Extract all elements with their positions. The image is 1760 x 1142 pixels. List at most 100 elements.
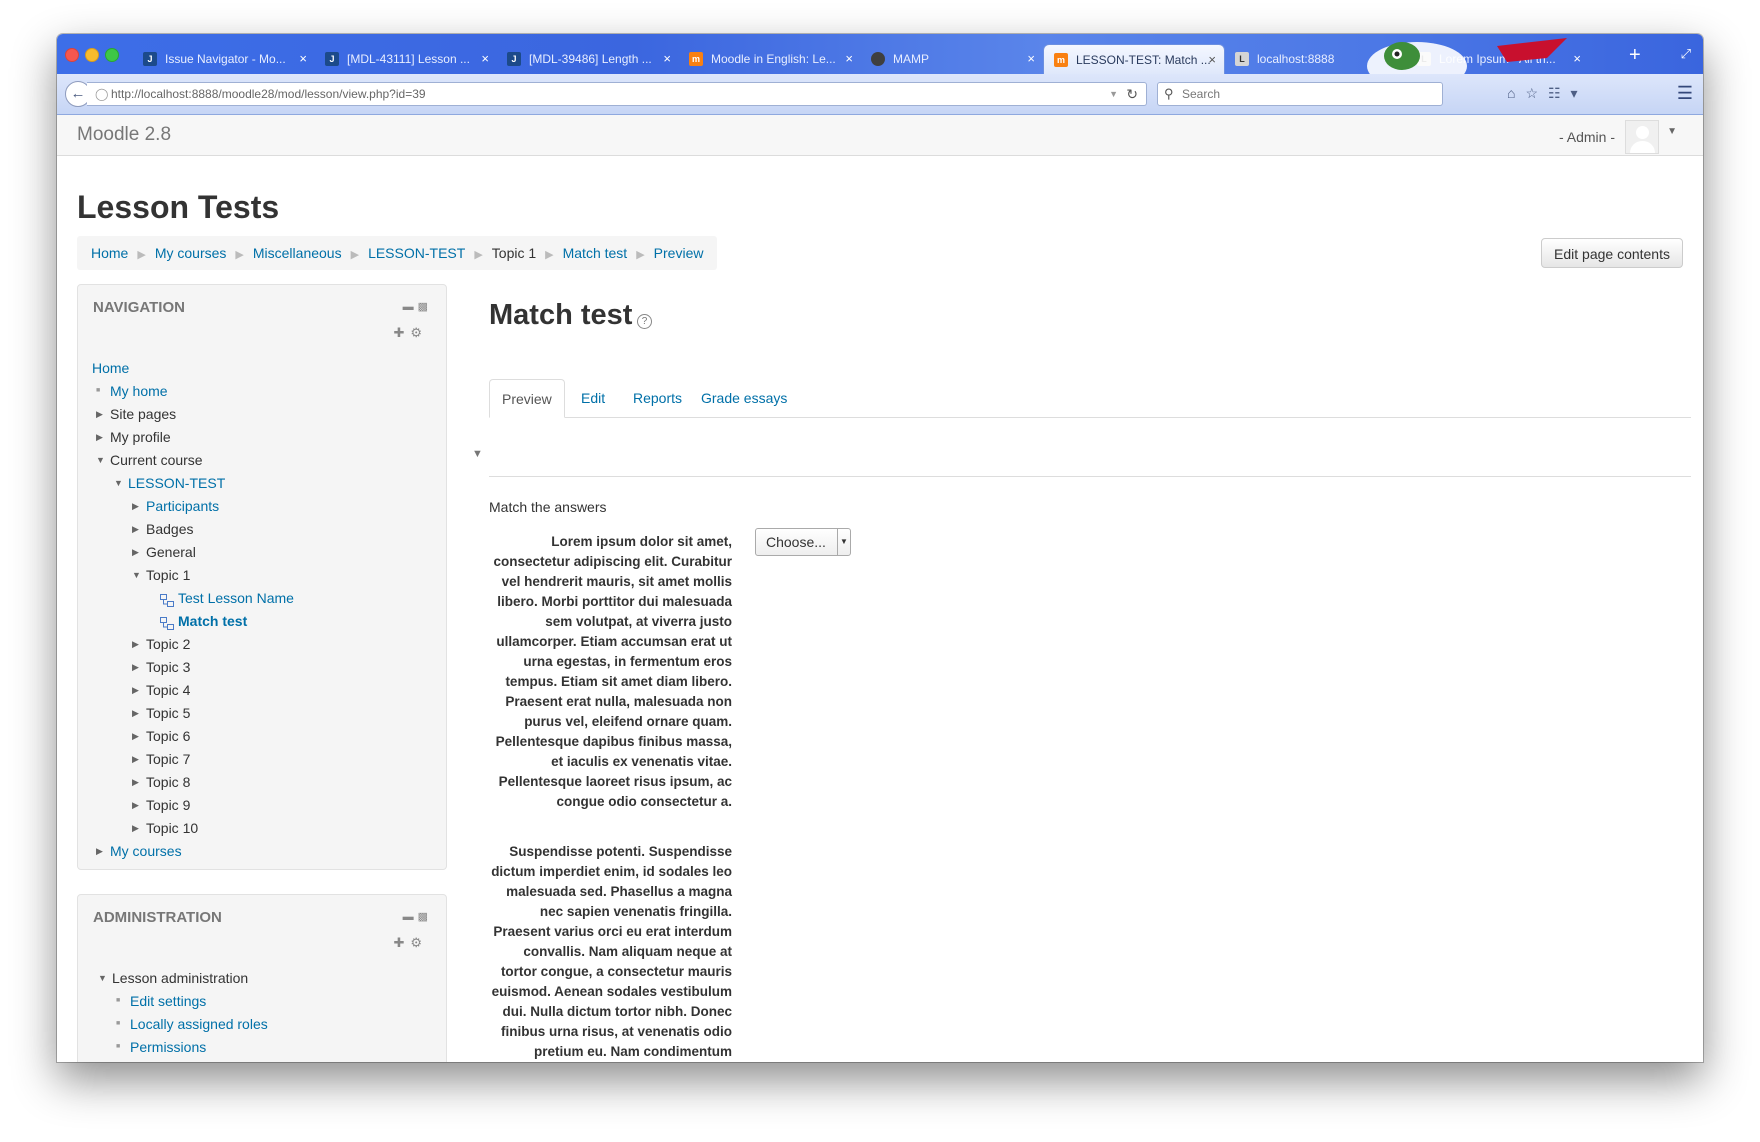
navigation-toolbar: ← ◯ http://localhost:8888/moodle28/mod/l…	[57, 74, 1703, 115]
breadcrumb-item[interactable]: Miscellaneous	[253, 245, 342, 261]
breadcrumb-item: Topic 1	[491, 245, 537, 261]
browser-tab[interactable]: Llocalhost:8888 ×	[1225, 44, 1407, 74]
bullet-icon: ■	[116, 997, 121, 1004]
browser-tab[interactable]: J [MDL-39486] Length ... ×	[497, 44, 679, 74]
collapsed-arrow-icon: ▶	[132, 823, 139, 833]
collapsed-arrow-icon: ▶	[132, 547, 139, 557]
breadcrumb-item[interactable]: Match test	[563, 245, 628, 261]
jira-icon: J	[143, 52, 157, 66]
close-tab-icon[interactable]: ×	[1391, 44, 1399, 74]
toolbar-icons[interactable]: ⌂☆☷▾	[1507, 85, 1588, 102]
dropdown-arrow-icon[interactable]: ▼	[1109, 83, 1118, 105]
help-icon[interactable]: ?	[637, 314, 652, 329]
collapsed-arrow-icon: ▶	[96, 409, 103, 419]
lesson-icon	[160, 614, 174, 630]
close-tab-icon[interactable]: ×	[845, 44, 853, 74]
answer-text: Lorem ipsum dolor sit amet, consectetur …	[493, 534, 732, 809]
breadcrumb-separator-icon: ▶	[235, 249, 244, 261]
tree-item-label: Match test	[178, 613, 248, 629]
administration-block: ADMINISTRATION ▬▩ ✚⚙ ▼ Lesson administrat…	[77, 894, 447, 1062]
site-brand[interactable]: Moodle 2.8	[77, 124, 171, 146]
close-tab-icon[interactable]: ×	[663, 44, 671, 74]
match-select[interactable]: Choose... ▼	[755, 528, 851, 556]
user-menu-label[interactable]: - Admin -	[1559, 129, 1615, 145]
avatar[interactable]	[1625, 120, 1659, 154]
tab-preview[interactable]: Preview	[489, 379, 565, 418]
browser-tab[interactable]: J Issue Navigator - Mo... ×	[133, 44, 315, 74]
fullscreen-icon[interactable]: ⤢	[1681, 46, 1691, 62]
browser-tab[interactable]: m LESSON-TEST: Match ... ×	[1043, 44, 1225, 74]
bullet-icon: ■	[116, 1043, 121, 1050]
breadcrumb-item[interactable]: Preview	[654, 245, 704, 261]
close-tab-icon[interactable]: ×	[1208, 45, 1216, 74]
url-text: http://localhost:8888/moodle28/mod/lesso…	[111, 87, 426, 101]
tree-item-label: My home	[110, 383, 168, 399]
close-window-button[interactable]	[65, 48, 79, 62]
browser-tab[interactable]: MAMP ×	[861, 44, 1043, 74]
edit-page-contents-button[interactable]: Edit page contents	[1541, 238, 1683, 268]
tab-reports[interactable]: Reports	[621, 379, 694, 417]
tree-item-label: Site pages	[110, 406, 177, 422]
browser-tab-title: MAMP	[893, 52, 929, 66]
collapsed-arrow-icon: ▶	[132, 708, 139, 718]
tree-item-label: Topic 5	[146, 705, 191, 721]
close-tab-icon[interactable]: ×	[481, 44, 489, 74]
search-placeholder: Search	[1182, 87, 1221, 101]
expanded-arrow-icon: ▼	[114, 478, 123, 488]
lesson-icon	[160, 591, 174, 607]
url-bar[interactable]: ◯ http://localhost:8888/moodle28/mod/les…	[87, 82, 1147, 106]
block-actions-icons[interactable]: ✚⚙	[393, 325, 428, 341]
tree-item-label: Locally assigned roles	[130, 1016, 268, 1032]
block-actions-icons[interactable]: ✚⚙	[393, 935, 428, 951]
tree-item-label: My courses	[110, 843, 182, 859]
lesson-tabs: Preview Edit Reports Grade essays	[489, 379, 1691, 418]
reload-icon[interactable]: ↻	[1126, 83, 1138, 105]
chevron-down-icon[interactable]: ▼	[1667, 126, 1677, 137]
collapsed-arrow-icon: ▶	[132, 777, 139, 787]
browser-tab[interactable]: L Lorem Ipsum - All th... ×	[1407, 44, 1589, 74]
browser-tab[interactable]: J [MDL-43111] Lesson ... ×	[315, 44, 497, 74]
tree-item-label: Topic 6	[146, 728, 191, 744]
lorem-icon: L	[1417, 52, 1431, 66]
browser-tab-title: [MDL-39486] Length ...	[529, 52, 652, 66]
mamp-icon	[871, 52, 885, 66]
lesson-title: Match test	[489, 299, 633, 331]
navigation-block-title: NAVIGATION	[93, 299, 185, 316]
dock-block-icons[interactable]: ▬▩	[403, 910, 432, 923]
tree-item-label: Test Lesson Name	[178, 590, 294, 606]
moodle-icon: m	[1054, 53, 1068, 67]
search-input[interactable]: ⚲ Search	[1157, 82, 1443, 106]
expanded-arrow-icon: ▼	[132, 570, 141, 580]
close-tab-icon[interactable]: ×	[299, 44, 307, 74]
collapse-arrow-icon[interactable]: ▼	[472, 448, 483, 460]
browser-tab-title: LESSON-TEST: Match ...	[1076, 53, 1211, 67]
close-tab-icon[interactable]: ×	[1027, 44, 1035, 74]
new-tab-button[interactable]: +	[1629, 45, 1641, 65]
close-tab-icon[interactable]: ×	[1573, 44, 1581, 74]
zoom-window-button[interactable]	[105, 48, 119, 62]
collapsed-arrow-icon: ▶	[132, 800, 139, 810]
site-header: Moodle 2.8 - Admin - ▼	[57, 115, 1703, 156]
match-select-value: Choose...	[766, 534, 826, 550]
tree-item-label: Topic 7	[146, 751, 191, 767]
globe-icon: ◯	[95, 87, 109, 101]
hamburger-menu-icon[interactable]: ☰	[1677, 83, 1693, 104]
dock-block-icons[interactable]: ▬▩	[403, 300, 432, 313]
tree-item-label: General	[146, 544, 196, 560]
window-controls	[65, 48, 125, 67]
browser-tab-title: Lorem Ipsum - All th...	[1439, 52, 1556, 66]
breadcrumb-item[interactable]: LESSON-TEST	[368, 245, 465, 261]
answer-text: Suspendisse potenti. Suspendisse dictum …	[491, 844, 732, 1059]
tree-item-label: Topic 3	[146, 659, 191, 675]
minimize-window-button[interactable]	[85, 48, 99, 62]
breadcrumb-item[interactable]: My courses	[155, 245, 227, 261]
local-icon: L	[1235, 52, 1249, 66]
tree-item-label: Topic 8	[146, 774, 191, 790]
tab-grade-essays[interactable]: Grade essays	[689, 379, 799, 417]
tab-edit[interactable]: Edit	[569, 379, 617, 417]
tree-item-label: Topic 9	[146, 797, 191, 813]
tree-item-label: Permissions	[130, 1039, 207, 1055]
breadcrumb-item[interactable]: Home	[91, 245, 128, 261]
tree-item-label: Edit settings	[130, 993, 207, 1009]
browser-tab[interactable]: m Moodle in English: Le... ×	[679, 44, 861, 74]
